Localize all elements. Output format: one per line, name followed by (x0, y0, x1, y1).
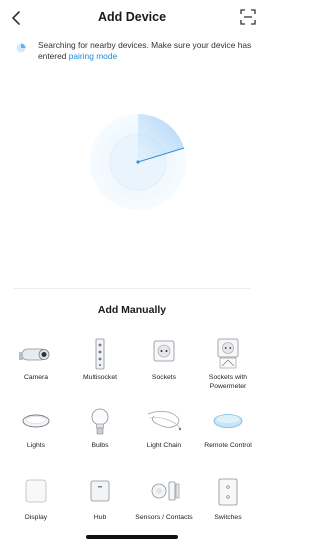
header: Add Device (0, 0, 264, 36)
device-bulbs[interactable]: Bulbs (68, 406, 132, 451)
loading-icon (16, 43, 26, 53)
device-sockets-powermeter[interactable]: Sockets with Powermeter (196, 338, 260, 391)
add-manually-title: Add Manually (97, 304, 167, 316)
device-label: Display (24, 514, 48, 521)
socket-icon (153, 340, 175, 362)
bulb-icon (91, 408, 109, 435)
device-label: Hub (93, 514, 107, 521)
display-icon (25, 479, 47, 503)
device-lights[interactable]: Lights (4, 406, 68, 451)
device-label: Multisocket (83, 374, 117, 381)
ceiling-light-icon (22, 414, 50, 428)
switch-icon (218, 478, 238, 506)
device-label: Camera (23, 374, 49, 381)
scan-button[interactable] (240, 9, 256, 25)
search-notice: Searching for nearby devices. Make sure … (16, 40, 254, 62)
remote-icon (213, 414, 243, 428)
camera-icon (19, 348, 50, 361)
device-display[interactable]: Display (4, 478, 68, 523)
scan-icon (240, 9, 256, 25)
device-remote-control[interactable]: Remote Control (196, 406, 260, 451)
home-indicator (86, 535, 178, 539)
hub-icon (90, 480, 110, 502)
page-title: Add Device (97, 10, 167, 24)
multisocket-icon (95, 338, 105, 370)
light-chain-icon (147, 410, 182, 431)
device-switches[interactable]: Switches (196, 478, 260, 523)
device-multisocket[interactable]: Multisocket (68, 338, 132, 383)
sensor-icon (151, 481, 180, 501)
device-sensors-contacts[interactable]: Sensors / Contacts (132, 478, 196, 523)
device-label: Lights (26, 442, 46, 449)
pairing-mode-link[interactable]: pairing mode (69, 51, 117, 61)
device-label: Sensors / Contacts (135, 514, 193, 521)
socket-powermeter-icon (217, 338, 239, 369)
device-camera[interactable]: Camera (4, 338, 68, 383)
device-label: Switches (214, 514, 242, 521)
divider (14, 288, 250, 289)
device-light-chain[interactable]: Light Chain (132, 406, 196, 451)
device-hub[interactable]: Hub (68, 478, 132, 523)
device-label: Light Chain (146, 442, 182, 449)
device-label: Sockets with Powermeter (208, 374, 248, 390)
device-label: Sockets (151, 374, 177, 381)
device-label: Bulbs (91, 442, 109, 449)
device-sockets[interactable]: Sockets (132, 338, 196, 383)
radar-scanner (90, 113, 186, 210)
device-label: Remote Control (204, 442, 252, 449)
